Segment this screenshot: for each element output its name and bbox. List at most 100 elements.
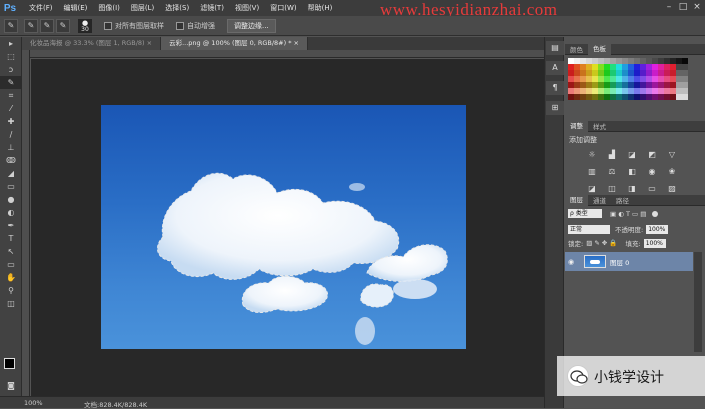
dodge-tool-icon[interactable]: ◐ — [0, 206, 22, 219]
filter-toggle-icon[interactable] — [652, 210, 659, 217]
menu-select[interactable]: 选择(S) — [165, 3, 189, 13]
minimize-icon[interactable]: – — [664, 2, 674, 12]
menu-help[interactable]: 帮助(H) — [308, 3, 333, 13]
eyedropper-tool-icon[interactable]: ⁄ — [0, 102, 22, 115]
character-panel-icon[interactable]: A — [546, 61, 564, 75]
default-colors-icon[interactable]: ◫ — [0, 297, 22, 310]
wechat-account-name: 小钱学设计 — [594, 370, 664, 386]
channel-mixer-icon[interactable]: ❀ — [665, 166, 679, 177]
menu-window[interactable]: 窗口(W) — [270, 3, 296, 13]
gradient-tool-icon[interactable]: ▭ — [0, 180, 22, 193]
kind-filter-select[interactable]: ρ 类型 — [568, 209, 602, 218]
curves-icon[interactable]: ◪ — [625, 149, 639, 160]
eraser-tool-icon[interactable]: ◢ — [0, 167, 22, 180]
zoom-tool-icon[interactable]: ⚲ — [0, 284, 22, 297]
tab-styles[interactable]: 样式 — [588, 121, 611, 131]
gradient-map-icon[interactable]: ▭ — [645, 183, 659, 194]
lock-fill-row: 锁定: ▨ ✎ ✥ 🔒 填充: 100% — [568, 238, 666, 248]
selective-color-icon[interactable]: ▨ — [665, 183, 679, 194]
quick-selection-tool-icon[interactable]: ✎ — [4, 18, 18, 33]
history-brush-tool-icon[interactable]: ↂ — [0, 154, 22, 167]
swatch[interactable] — [682, 94, 688, 100]
cloud-image[interactable] — [101, 105, 466, 349]
menu-view[interactable]: 视图(V) — [235, 3, 259, 13]
history-panel-icon[interactable]: ▤ — [546, 41, 564, 55]
menu-file[interactable]: 文件(F) — [29, 3, 53, 13]
brush-size-picker[interactable]: ● 30 — [78, 18, 92, 33]
photoshop-logo: Ps — [3, 2, 17, 14]
horizontal-ruler — [30, 50, 544, 58]
exposure-icon[interactable]: ◩ — [645, 149, 659, 160]
black-white-icon[interactable]: ◧ — [625, 166, 639, 177]
stamp-tool-icon[interactable]: ⊥ — [0, 141, 22, 154]
tab-channels[interactable]: 通道 — [588, 195, 611, 205]
quick-select-tool-icon[interactable]: ✎ — [0, 76, 22, 89]
healing-tool-icon[interactable]: ✚ — [0, 115, 22, 128]
menu-layer[interactable]: 图层(L) — [131, 3, 154, 13]
brightness-icon[interactable]: ☼ — [585, 149, 599, 160]
path-selection-tool-icon[interactable]: ↖ — [0, 245, 22, 258]
tab-layers[interactable]: 图层 — [565, 194, 588, 206]
refine-edge-button[interactable]: 调整边缘... — [227, 18, 276, 33]
tab-adjustments[interactable]: 调整 — [565, 120, 588, 132]
tab-swatches[interactable]: 色板 — [588, 43, 611, 55]
wechat-logo-icon — [567, 365, 589, 387]
subtract-from-selection-icon[interactable]: ✎ — [56, 18, 70, 33]
menu-edit[interactable]: 编辑(E) — [64, 3, 88, 13]
zoom-level[interactable]: 100% — [24, 399, 43, 407]
posterize-icon[interactable]: ◫ — [605, 183, 619, 194]
vibrance-icon[interactable]: ▽ — [665, 149, 679, 160]
tab-paths[interactable]: 路径 — [611, 195, 634, 205]
blend-opacity-row: 正常 不透明度: 100% — [568, 224, 669, 234]
marquee-tool-icon[interactable]: ⬚ — [0, 50, 22, 63]
type-tool-icon[interactable]: T — [0, 232, 22, 245]
document-tabs: 化妆品海报 @ 33.3% (图层 1, RGB/8) × 云彩...png @… — [22, 37, 544, 50]
photo-filter-icon[interactable]: ◉ — [645, 166, 659, 177]
blend-mode-select[interactable]: 正常 — [568, 224, 610, 234]
shape-tool-icon[interactable]: ▭ — [0, 258, 22, 271]
properties-panel-icon[interactable]: ⊞ — [546, 101, 564, 115]
hue-saturation-icon[interactable]: ▥ — [585, 166, 599, 177]
fill-input[interactable]: 100% — [643, 238, 666, 248]
canvas-area[interactable] — [31, 59, 544, 396]
hand-tool-icon[interactable]: ✋ — [0, 271, 22, 284]
new-selection-icon[interactable]: ✎ — [24, 18, 38, 33]
opacity-input[interactable]: 100% — [646, 224, 669, 234]
menu-image[interactable]: 图像(I) — [98, 3, 120, 13]
menu-filter[interactable]: 滤镜(T) — [200, 3, 224, 13]
threshold-icon[interactable]: ◨ — [625, 183, 639, 194]
add-to-selection-icon[interactable]: ✎ — [40, 18, 54, 33]
sample-all-layers-checkbox[interactable] — [104, 21, 112, 30]
adjustments-panel-header: 调整 样式 — [565, 120, 705, 132]
brush-tool-icon[interactable]: ∕ — [0, 128, 22, 141]
layers-panel: 图层 通道 路径 — [565, 194, 705, 356]
foreground-color-swatch[interactable] — [4, 358, 15, 369]
pen-tool-icon[interactable]: ✒ — [0, 219, 22, 232]
tab-color[interactable]: 颜色 — [565, 44, 588, 54]
filter-icons[interactable]: ▣ ◐ T ▭ ▤ — [610, 210, 646, 218]
layer-row[interactable]: ◉ 图层 0 — [565, 252, 693, 271]
auto-enhance-checkbox[interactable] — [176, 21, 184, 30]
crop-tool-icon[interactable]: ⌗ — [0, 89, 22, 102]
invert-icon[interactable]: ◪ — [585, 183, 599, 194]
levels-icon[interactable]: ▟ — [605, 149, 619, 160]
move-tool-icon[interactable]: ▸ — [0, 37, 22, 50]
collapsed-panel-dock: ▤ A ¶ ⊞ — [544, 37, 564, 408]
color-balance-icon[interactable]: ⚖ — [605, 166, 619, 177]
quick-mask-icon[interactable]: ◙ — [0, 379, 22, 392]
layers-scrollbar[interactable] — [694, 252, 702, 352]
tools-panel: ▸ ⬚ ↄ ✎ ⌗ ⁄ ✚ ∕ ⊥ ↂ ◢ ▭ ● ◐ ✒ T ↖ ▭ ✋ ⚲ … — [0, 37, 22, 396]
lock-icons[interactable]: ▨ ✎ ✥ 🔒 — [586, 239, 617, 247]
paragraph-panel-icon[interactable]: ¶ — [546, 81, 564, 95]
restore-icon[interactable]: □ — [678, 2, 688, 12]
fill-label: 填充: — [625, 240, 641, 248]
eye-icon[interactable]: ◉ — [568, 258, 578, 266]
lasso-tool-icon[interactable]: ↄ — [0, 63, 22, 76]
menu-bar: Ps 文件(F) 编辑(E) 图像(I) 图层(L) 选择(S) 滤镜(T) 视… — [0, 0, 705, 16]
close-icon[interactable]: × — [692, 2, 702, 12]
lock-label: 锁定: — [568, 240, 584, 248]
blur-tool-icon[interactable]: ● — [0, 193, 22, 206]
tab-clouds-png[interactable]: 云彩...png @ 100% (图层 0, RGB/8#) * × — [161, 37, 308, 50]
tab-cosmetics-poster[interactable]: 化妆品海报 @ 33.3% (图层 1, RGB/8) × — [22, 37, 162, 50]
swatch-grid[interactable] — [568, 58, 705, 100]
